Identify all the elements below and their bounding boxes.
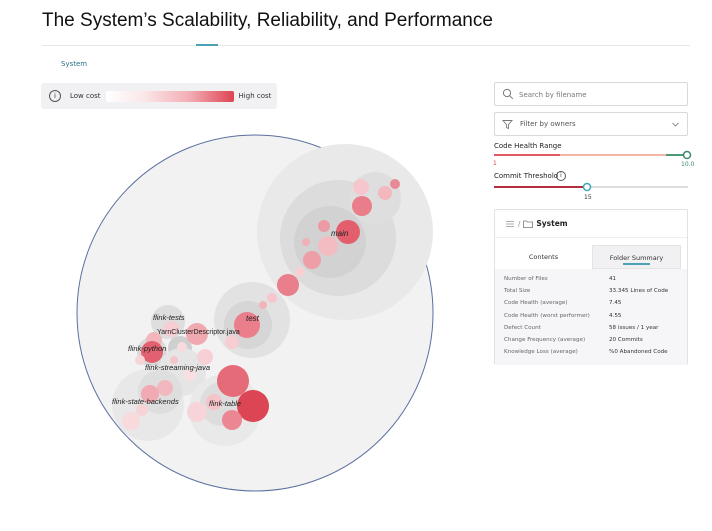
- file-bubble[interactable]: [157, 380, 173, 396]
- code-health-max-handle[interactable]: [682, 150, 692, 160]
- file-bubble[interactable]: [318, 236, 338, 256]
- file-bubble[interactable]: [187, 402, 207, 422]
- table-row: Number of Files 41: [495, 276, 687, 288]
- file-bubble[interactable]: [303, 251, 321, 269]
- file-bubble[interactable]: [378, 186, 392, 200]
- row-key: Knowledge Loss (average): [504, 349, 578, 356]
- row-key: Number of Files: [504, 276, 548, 282]
- label-main: main: [331, 229, 349, 238]
- file-bubble[interactable]: [225, 335, 239, 349]
- row-value: %0 Abandoned Code: [609, 349, 668, 356]
- label-yarn-file: YarnClusterDescriptor.java: [157, 329, 240, 336]
- file-bubble[interactable]: [135, 355, 145, 365]
- code-health-range-label: Code Health Range: [494, 142, 562, 150]
- file-bubble[interactable]: [302, 238, 310, 246]
- table-row: Code Health (worst performer) 4.55: [495, 313, 687, 325]
- table-row: Total Size 33.345 Lines of Code: [495, 288, 687, 300]
- row-key: Code Health (worst performer): [504, 312, 590, 319]
- row-value: 20 Commits: [609, 336, 643, 343]
- table-row: Defect Count 58 issues / 1 year: [495, 325, 687, 337]
- file-bubble[interactable]: [277, 274, 299, 296]
- file-bubble[interactable]: [353, 179, 369, 195]
- row-key: Change Frequency (average): [504, 336, 586, 343]
- info-icon[interactable]: i: [49, 90, 61, 102]
- tab-folder-summary[interactable]: Folder Summary: [592, 245, 681, 269]
- search-input[interactable]: [519, 87, 679, 102]
- row-value: 4.55: [609, 312, 622, 319]
- label-flink-tests: flink-tests: [153, 313, 185, 322]
- info-icon[interactable]: i: [556, 171, 566, 181]
- list-icon[interactable]: [505, 220, 515, 228]
- commit-threshold-handle[interactable]: [582, 182, 592, 192]
- summary-table: Number of Files 41 Total Size 33.345 Lines…: [495, 269, 687, 365]
- tab-contents[interactable]: Contents: [495, 245, 592, 269]
- file-bubble[interactable]: [177, 342, 187, 352]
- search-icon: [502, 88, 514, 100]
- folder-icon: [523, 220, 534, 228]
- file-bubble[interactable]: [352, 196, 372, 216]
- tab-system[interactable]: System: [61, 60, 87, 68]
- file-bubble[interactable]: [222, 410, 242, 430]
- code-health-max-value: 10.0: [681, 161, 695, 168]
- owner-filter-label: Filter by owners: [520, 120, 576, 128]
- file-bubble[interactable]: [217, 365, 249, 397]
- row-key: Total Size: [504, 288, 531, 295]
- label-flink-state-backends: flink-state-backends: [112, 397, 179, 406]
- card-header: / System: [495, 210, 687, 238]
- folder-summary-card: / System Contents Folder Summary Number …: [494, 209, 688, 365]
- chevron-down-icon: [672, 122, 679, 127]
- cost-legend: i Low cost High cost: [41, 83, 277, 109]
- file-bubble[interactable]: [237, 390, 269, 422]
- label-test: test: [246, 314, 260, 323]
- file-bubble[interactable]: [390, 179, 400, 189]
- row-value: 58 issues / 1 year: [609, 324, 659, 331]
- breadcrumb-separator: /: [518, 219, 521, 228]
- row-key: Defect Count: [504, 324, 541, 331]
- file-bubble[interactable]: [318, 220, 330, 232]
- owner-filter-dropdown[interactable]: Filter by owners: [494, 112, 688, 136]
- filter-icon: [502, 120, 513, 130]
- table-row: Code Health (average) 7.45: [495, 300, 687, 312]
- file-bubble[interactable]: [259, 301, 267, 309]
- code-health-min-value: 1: [493, 160, 497, 167]
- row-value: 41: [609, 276, 617, 282]
- legend-gradient: [105, 90, 234, 102]
- file-bubble[interactable]: [122, 412, 140, 430]
- summary-tabs: Contents Folder Summary: [495, 245, 687, 269]
- commit-threshold-value: 15: [584, 194, 592, 201]
- row-value: 7.45: [609, 300, 622, 307]
- active-tab-indicator: [196, 44, 218, 46]
- legend-high-label: High cost: [238, 92, 272, 100]
- breadcrumb-current[interactable]: System: [536, 219, 567, 228]
- breadcrumb: / System: [505, 219, 568, 228]
- label-flink-streaming-java: flink-streaming-java: [145, 363, 210, 372]
- slide-title: The System’s Scalability, Reliability, a…: [42, 10, 493, 31]
- label-flink-python: flink-python: [128, 344, 166, 353]
- row-value: 33.345 Lines of Code: [609, 288, 669, 295]
- file-bubble[interactable]: [295, 267, 305, 277]
- table-row: Change Frequency (average) 20 Commits: [495, 337, 687, 349]
- file-bubble[interactable]: [267, 293, 277, 303]
- filename-search[interactable]: [494, 82, 688, 106]
- title-divider: [42, 45, 690, 46]
- legend-low-label: Low cost: [70, 92, 101, 100]
- label-flink-table: flink-table: [209, 399, 241, 408]
- table-row: Knowledge Loss (average) %0 Abandoned Cod…: [495, 349, 687, 361]
- row-key: Code Health (average): [504, 300, 568, 307]
- commit-threshold-label: Commit Threshold: [494, 172, 559, 180]
